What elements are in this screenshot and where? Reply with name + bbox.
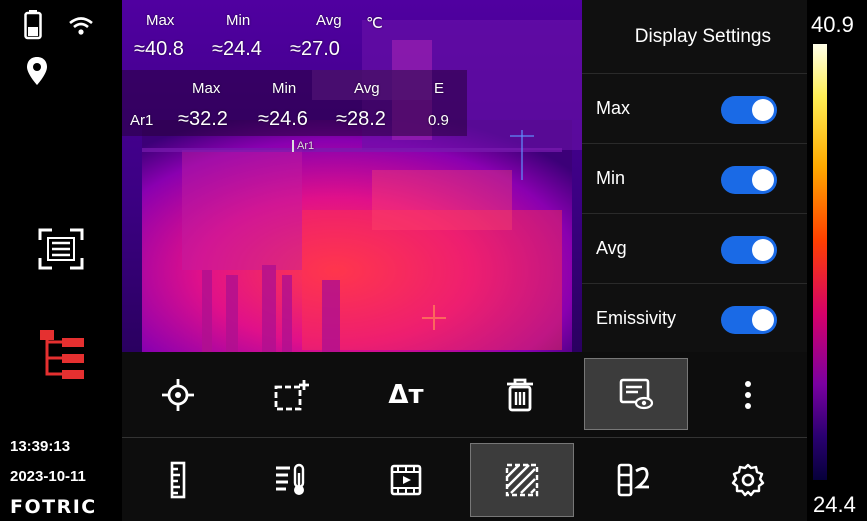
add-area-icon [274,380,309,411]
setting-row-min[interactable]: Min [582,144,807,214]
main-toolbar [122,438,807,521]
hatch-area-button[interactable] [470,443,574,517]
thermometer-list-icon [276,463,305,495]
global-min-value: ≈24.4 [212,38,262,60]
display-settings-panel: Display Settings Max Min Avg Emissivity [582,0,807,354]
area-avg-header: Avg [354,80,380,97]
setting-label-min: Min [596,168,626,188]
clock-time: 13:39:13 [10,438,71,455]
wifi-icon [69,17,93,35]
display-settings-button[interactable] [584,358,688,430]
setting-row-max[interactable]: Max [582,74,807,144]
setting-label-avg: Avg [596,238,627,258]
toggle-max[interactable] [721,96,777,124]
thermometer-list-button[interactable] [236,438,348,521]
area-region-tag[interactable]: Ar1 [292,140,314,152]
thermal-image-view[interactable]: Max Min Avg ℃ ≈40.8 ≈24.4 ≈27.0 Max Min … [122,0,582,352]
global-max-header: Max [146,12,175,29]
toggle-knob [752,99,774,121]
color-scale: 40.9 24.4 [807,0,867,521]
location-icon [27,57,47,85]
area-min-value: ≈24.6 [258,108,308,130]
toggle-emissivity[interactable] [721,306,777,334]
settings-gear-button[interactable] [692,438,804,521]
area-emissivity-header: E [434,80,445,97]
toggle-knob [752,239,774,261]
video-playback-button[interactable] [350,438,462,521]
area-max-header: Max [192,80,221,97]
setting-row-emissivity[interactable]: Emissivity [582,284,807,354]
spot-measure-button[interactable] [122,352,234,438]
status-sidebar: 13:39:13 2023-10-11 FOTRIC [0,0,122,521]
hatch-area-icon [505,463,539,497]
display-settings-title: Display Settings [582,0,807,74]
global-max-value: ≈40.8 [134,38,184,60]
global-avg-value: ≈27.0 [290,38,340,60]
palette-icon [617,463,649,496]
spot-measure-icon [162,379,194,411]
global-min-header: Min [226,12,251,29]
toggle-knob [752,309,774,331]
area-max-value: ≈32.2 [178,108,228,130]
temperature-unit: ℃ [366,15,383,32]
delete-icon [507,378,533,412]
add-area-button[interactable] [236,352,348,438]
scan-icon[interactable] [38,228,84,270]
color-scale-bar[interactable] [813,44,827,480]
area-label: Ar1 [130,112,154,129]
video-playback-icon [390,464,422,495]
toggle-min[interactable] [721,166,777,194]
scale-max-value: 40.9 [811,12,854,37]
scale-min-value: 24.4 [813,492,856,517]
tree-structure-icon[interactable] [38,328,86,380]
clock-date: 2023-10-11 [10,468,86,485]
setting-row-avg[interactable]: Avg [582,214,807,284]
thermal-image [122,0,582,352]
area-emissivity-value: 0.9 [428,112,449,129]
delta-t-icon: Δт [388,380,424,410]
more-button[interactable] [692,352,804,438]
global-avg-header: Avg [316,12,342,29]
area-min-header: Min [272,80,297,97]
palette-button[interactable] [578,438,690,521]
delta-t-button[interactable]: Δт [350,352,462,438]
setting-label-max: Max [596,98,631,118]
toggle-avg[interactable] [721,236,777,264]
settings-gear-icon [731,463,765,496]
more-icon [745,381,751,409]
ruler-button[interactable] [122,438,234,521]
toggle-knob [752,169,774,191]
setting-label-emissivity: Emissivity [596,308,676,328]
battery-icon [24,10,42,40]
delete-button[interactable] [464,352,576,438]
tool-toolbar: Δт [122,352,807,438]
brand-logo: FOTRIC [10,496,97,518]
area-avg-value: ≈28.2 [336,108,386,130]
display-settings-icon [619,378,654,410]
ruler-icon [170,461,186,498]
